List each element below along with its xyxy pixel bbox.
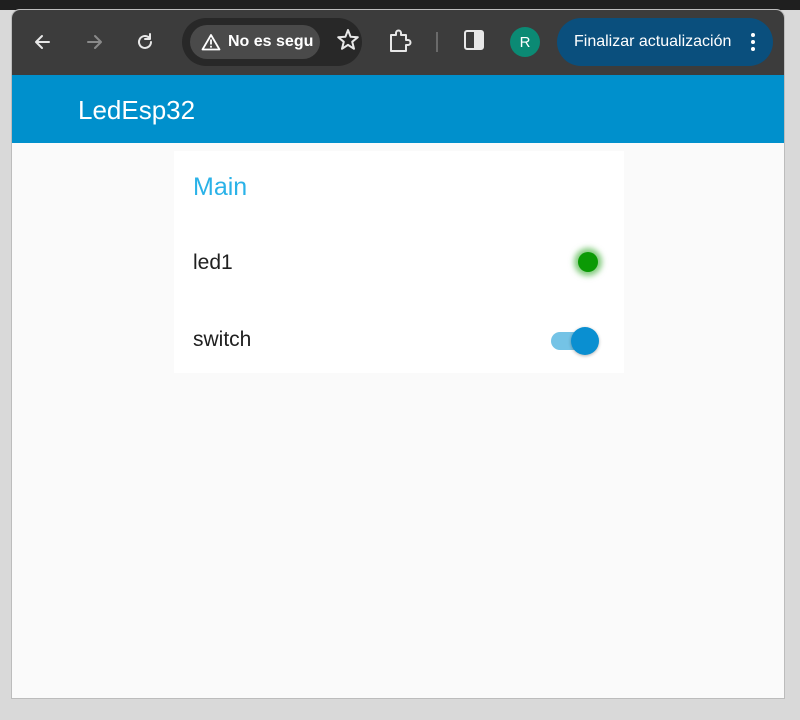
browser-toolbar: No es segu R Finalizar actualización	[12, 10, 784, 75]
reload-button[interactable]	[130, 27, 160, 57]
bookmark-button[interactable]	[335, 27, 361, 58]
toolbar-separator	[436, 32, 438, 52]
switch-label: switch	[193, 328, 252, 351]
warning-icon	[201, 34, 221, 51]
main-card: Main led1 switch	[174, 151, 624, 373]
update-button-label: Finalizar actualización	[574, 33, 732, 50]
browser-window: No es segu R Finalizar actualización Led…	[12, 10, 784, 698]
extensions-icon	[390, 29, 412, 52]
forward-arrow-icon	[87, 35, 102, 49]
profile-initial: R	[519, 33, 531, 51]
card-title: Main	[193, 173, 248, 201]
app-title: LedEsp32	[78, 95, 196, 125]
back-button[interactable]	[28, 27, 58, 57]
forward-button[interactable]	[79, 27, 109, 57]
kebab-menu-icon[interactable]	[751, 33, 755, 51]
site-security-chip[interactable]: No es segu	[190, 25, 320, 59]
switch-toggle-thumb[interactable]	[571, 327, 599, 355]
side-panel-button[interactable]	[462, 28, 486, 57]
profile-avatar[interactable]: R	[510, 27, 540, 57]
reload-icon	[138, 33, 152, 49]
back-arrow-icon	[35, 35, 50, 49]
extensions-button[interactable]	[386, 26, 414, 61]
bookmark-star-icon	[337, 29, 359, 50]
finish-update-button[interactable]: Finalizar actualización	[557, 18, 773, 66]
side-panel-icon	[464, 30, 484, 50]
led1-label: led1	[193, 251, 233, 274]
window-top-strip	[0, 0, 800, 10]
led-indicator	[578, 252, 598, 272]
security-chip-label: No es segu	[228, 33, 314, 50]
app-header: LedEsp32	[12, 75, 784, 143]
